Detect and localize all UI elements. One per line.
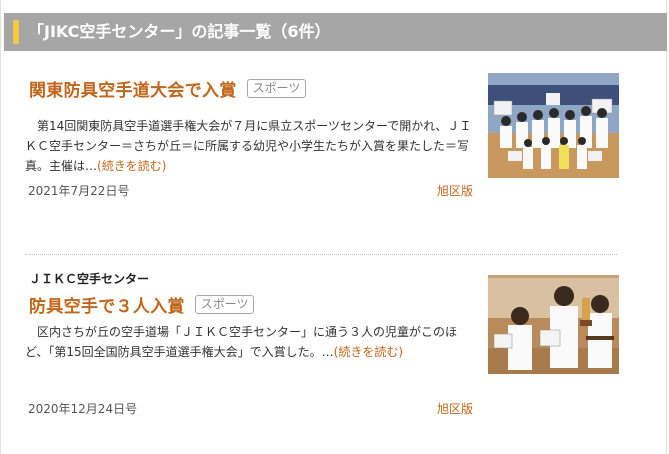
karate-group-photo-icon[interactable] <box>488 73 619 178</box>
category-tag[interactable]: スポーツ <box>246 79 307 98</box>
article-title-link[interactable]: 防具空手で３人入賞 <box>29 292 185 317</box>
article-kicker: ＪＩＫＣ空手センター <box>29 272 150 286</box>
edition-link[interactable]: 旭区版 <box>437 400 473 417</box>
article-excerpt-text: 第14回関東防具空手道選手権大会が７月に県立スポーツセンターで開かれ、ＪＩＫＣ空… <box>25 119 472 173</box>
category-tag[interactable]: スポーツ <box>194 295 255 314</box>
read-more-link[interactable]: (続きを読む) <box>97 159 166 173</box>
article-excerpt: 第14回関東防具空手道選手権大会が７月に県立スポーツセンターで開かれ、ＪＩＫＣ空… <box>25 116 473 176</box>
article-divider <box>25 254 617 255</box>
article-title-row: 防具空手で３人入賞 スポーツ <box>29 292 255 317</box>
photo-thumbnail <box>488 73 619 178</box>
read-more-link[interactable]: (続きを読む) <box>334 345 403 359</box>
article-date: 2021年7月22日号 <box>28 184 130 198</box>
article-excerpt: 区内さちが丘の空手道場「ＪＩＫＣ空手センター」に通う３人の児童がこのほど、「第1… <box>25 322 473 362</box>
section-title: 「JIKC空手センター」の記事一覧（6件） <box>28 22 331 41</box>
header-accent-bar <box>13 20 19 44</box>
photo-thumbnail <box>488 278 619 374</box>
article-date: 2020年12月24日号 <box>28 402 138 416</box>
section-header: 「JIKC空手センター」の記事一覧（6件） <box>4 13 667 51</box>
article-list-panel: 「JIKC空手センター」の記事一覧（6件） 関東防具空手道大会で入賞 スポーツ … <box>0 0 667 454</box>
karate-trio-photo-icon[interactable] <box>488 275 619 374</box>
edition-link[interactable]: 旭区版 <box>437 182 473 199</box>
article-title-row: 関東防具空手道大会で入賞 スポーツ <box>29 76 307 101</box>
article-title-link[interactable]: 関東防具空手道大会で入賞 <box>29 76 237 101</box>
